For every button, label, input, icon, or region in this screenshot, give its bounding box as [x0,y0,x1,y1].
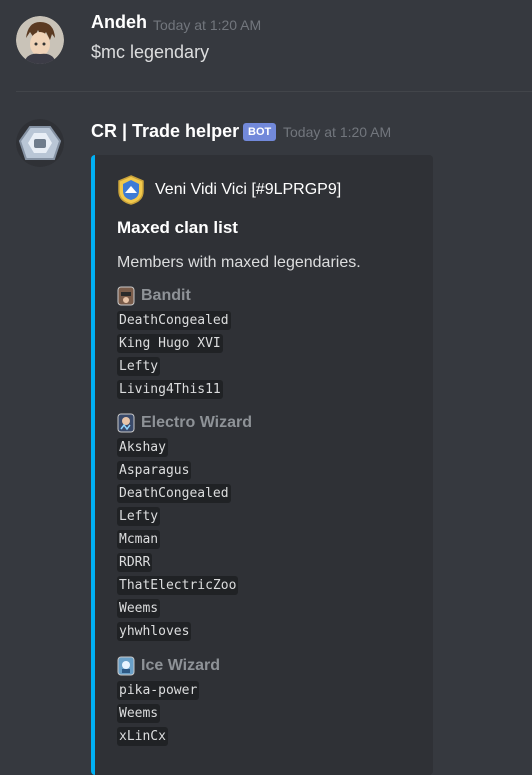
timestamp: Today at 1:20 AM [283,124,392,140]
member-name: Lefty [117,357,161,376]
member-name: DeathCongealed [117,484,231,503]
member-name: Living4This11 [117,380,223,399]
embed-description: Members with maxed legendaries. [117,254,361,271]
member-name: ThatElectricZoo [117,576,239,595]
member-name: RDRR [117,553,153,572]
field-name: Electro Wizard [117,411,252,435]
field-label: Bandit [141,287,191,304]
username[interactable]: Andeh [91,12,147,33]
member-name: xLinCx [117,727,168,746]
member-name: Weems [117,599,161,618]
embed-field-ice-wizard: Ice Wizard pika-power Weems xLinCx [117,654,220,747]
user-avatar[interactable] [16,16,64,64]
bot-avatar[interactable] [16,119,64,167]
field-label: Ice Wizard [141,657,220,674]
member-name: DeathCongealed [117,311,231,330]
clan-badge-icon [118,175,144,205]
embed-author-name[interactable]: Veni Vidi Vici [#9LPRGP9] [155,181,341,199]
embed-field-electro-wizard: Electro Wizard Akshay Asparagus DeathCon… [117,411,252,642]
member-name: Mcman [117,530,161,549]
electro-wizard-card-icon [117,413,135,433]
member-name: Asparagus [117,461,192,480]
member-name: King Hugo XVI [117,334,223,353]
embed-field-bandit: Bandit DeathCongealed King Hugo XVI Left… [117,284,231,400]
member-name: pika-power [117,681,200,700]
message-divider [16,91,532,92]
bandit-card-icon [117,286,135,306]
ice-wizard-card-icon [117,656,135,676]
bot-username[interactable]: CR | Trade helper [91,121,239,142]
field-name: Bandit [117,284,231,308]
member-name: Lefty [117,507,161,526]
member-name: yhwhloves [117,622,192,641]
embed-author: Veni Vidi Vici [#9LPRGP9] [117,175,341,205]
message-content: $mc legendary [91,42,210,62]
field-name: Ice Wizard [117,654,220,678]
member-name: Weems [117,704,161,723]
embed: Veni Vidi Vici [#9LPRGP9] Maxed clan lis… [91,155,433,775]
bot-badge: BOT [243,123,277,141]
embed-title: Maxed clan list [117,218,238,237]
timestamp: Today at 1:20 AM [153,17,262,33]
field-label: Electro Wizard [141,414,252,431]
member-name: Akshay [117,438,168,457]
